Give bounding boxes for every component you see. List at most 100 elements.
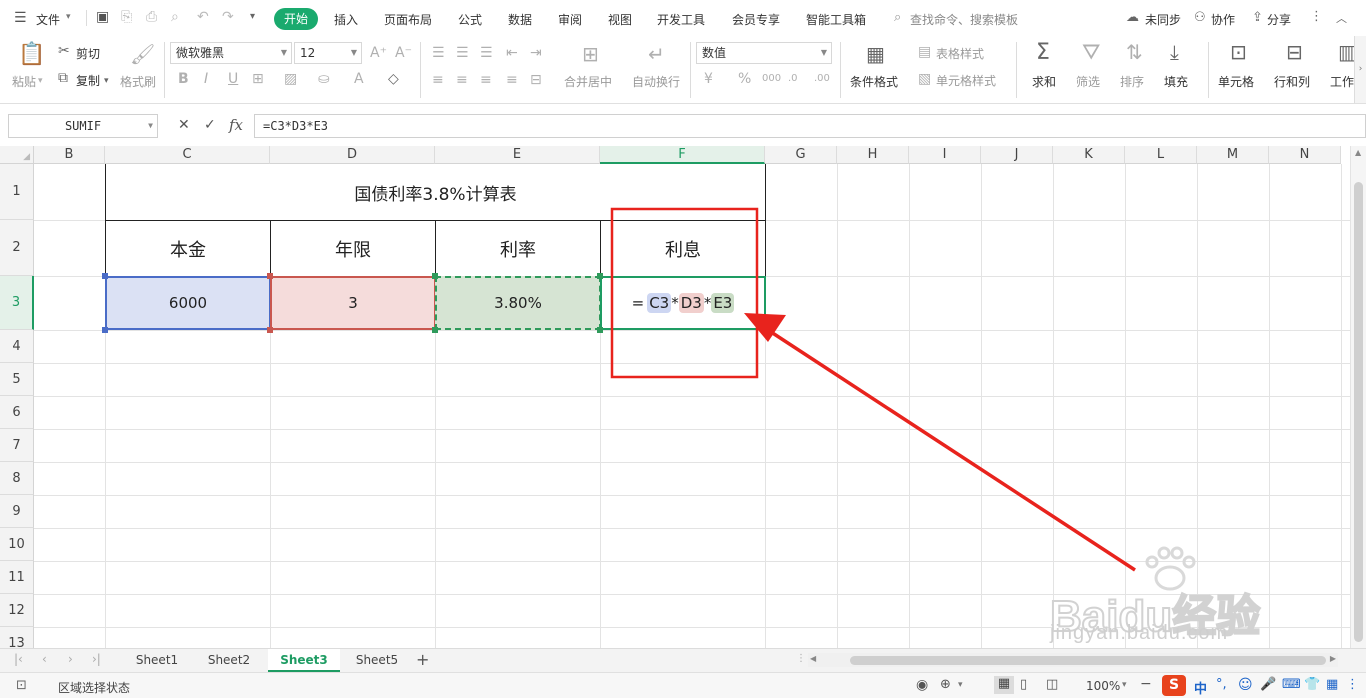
ime-mode[interactable]: 中	[1194, 678, 1207, 697]
distribute-icon[interactable]: ⊟	[530, 73, 542, 87]
skin-icon[interactable]: 👕	[1304, 677, 1320, 692]
font-color-icon[interactable]: A	[354, 72, 364, 86]
percent-icon[interactable]: %	[738, 72, 751, 86]
copy-button[interactable]: 复制	[76, 72, 100, 89]
decrease-font-icon[interactable]: A⁻	[395, 46, 412, 60]
currency-icon[interactable]: ¥	[704, 72, 713, 86]
align-top-icon[interactable]: ☰	[432, 46, 445, 60]
thousands-icon[interactable]: 000	[762, 72, 781, 86]
tab-smart-toolbox[interactable]: 智能工具箱	[806, 11, 866, 28]
align-bottom-icon[interactable]: ☰	[480, 46, 493, 60]
tab-start[interactable]: 开始	[274, 8, 318, 30]
punctuation-icon[interactable]: °,	[1216, 677, 1227, 692]
align-right-icon[interactable]: ≡	[480, 73, 492, 87]
export-icon[interactable]: ⎘	[121, 9, 132, 25]
print-preview-icon[interactable]: ⌕	[171, 9, 179, 25]
tab-developer[interactable]: 开发工具	[657, 11, 705, 28]
quick-access-chevron-icon[interactable]: ▾	[250, 11, 255, 22]
toolbox-icon[interactable]: ▦	[1326, 677, 1338, 692]
tab-sheet2[interactable]: Sheet2	[196, 649, 262, 672]
keyboard-icon[interactable]: ⌨	[1282, 677, 1301, 692]
decrease-decimal-icon[interactable]: .00	[814, 72, 830, 86]
page-break-view-icon[interactable]: ◫	[1046, 677, 1058, 692]
zoom-level[interactable]: 100%	[1086, 679, 1120, 693]
split-handle[interactable]: ⋮	[796, 653, 806, 664]
cell-button[interactable]: 单元格	[1218, 73, 1254, 90]
tab-insert[interactable]: 插入	[334, 11, 358, 28]
horizontal-scrollbar[interactable]: ◀ ▶	[808, 653, 1338, 667]
italic-icon[interactable]: I	[204, 72, 208, 86]
justify-icon[interactable]: ≡	[506, 73, 518, 87]
name-box[interactable]: SUMIF ▼	[8, 114, 158, 138]
view-mode-icon[interactable]: ⊕	[940, 677, 951, 692]
increase-decimal-icon[interactable]: .0	[788, 72, 798, 86]
sum-button[interactable]: 求和	[1032, 73, 1056, 90]
fill-color-icon[interactable]: ▨	[284, 72, 297, 86]
align-middle-icon[interactable]: ☰	[456, 46, 469, 60]
wrap-text-button[interactable]: 自动换行	[632, 73, 680, 90]
tab-view[interactable]: 视图	[608, 11, 632, 28]
row-col-button[interactable]: 行和列	[1274, 73, 1310, 90]
font-name-select[interactable]: 微软雅黑 ▼	[170, 42, 292, 64]
tab-member[interactable]: 会员专享	[732, 11, 780, 28]
next-sheet-icon[interactable]: ›	[68, 652, 73, 666]
tab-sheet3[interactable]: Sheet3	[268, 649, 340, 672]
border-icon[interactable]: ⊞	[252, 72, 264, 86]
bold-icon[interactable]: B	[178, 72, 189, 86]
more-icon[interactable]: ⋮	[1310, 9, 1323, 24]
emoji-icon[interactable]: ☺	[1238, 677, 1253, 693]
paste-dropdown-icon[interactable]: ▾	[38, 74, 43, 88]
cell-style-button[interactable]: 单元格样式	[936, 72, 996, 89]
underline-icon[interactable]: U	[228, 72, 238, 86]
increase-font-icon[interactable]: A⁺	[370, 46, 387, 60]
sogou-logo-icon[interactable]: S	[1162, 675, 1186, 696]
tab-formula[interactable]: 公式	[458, 11, 482, 28]
search-input[interactable]: 查找命令、搜索模板	[910, 11, 1018, 28]
undo-icon[interactable]: ↶	[197, 9, 209, 25]
formula-input[interactable]: =C3*D3*E3	[254, 114, 1366, 138]
tab-sheet1[interactable]: Sheet1	[124, 649, 190, 672]
font-size-select[interactable]: 12 ▼	[294, 42, 362, 64]
save-icon[interactable]: ▣	[96, 9, 109, 25]
hamburger-icon[interactable]: ☰	[14, 10, 27, 26]
macro-icon[interactable]: ⊡	[16, 678, 27, 693]
print-icon[interactable]: ⎙	[146, 9, 157, 25]
filter-button[interactable]: 筛选	[1076, 73, 1100, 90]
normal-view-icon[interactable]: ▦	[994, 676, 1014, 694]
eye-protect-icon[interactable]: ◉	[916, 677, 928, 693]
zoom-out-icon[interactable]: −	[1140, 676, 1152, 692]
table-style-button[interactable]: 表格样式	[936, 45, 984, 62]
cancel-icon[interactable]: ✕	[178, 117, 190, 133]
conditional-format-button[interactable]: 条件格式	[850, 73, 898, 90]
share-button[interactable]: 分享	[1267, 11, 1291, 28]
number-format-select[interactable]: 数值 ▼	[696, 42, 832, 64]
indent-increase-icon[interactable]: ⇥	[530, 46, 542, 60]
eraser-icon[interactable]: ◇	[388, 72, 399, 86]
merge-center-button[interactable]: 合并居中	[564, 73, 612, 90]
tab-sheet5[interactable]: Sheet5	[344, 649, 410, 672]
cut-button[interactable]: 剪切	[76, 45, 100, 62]
chevron-down-icon[interactable]: ▾	[958, 680, 963, 690]
scroll-right-icon[interactable]: ▶	[1330, 654, 1336, 663]
file-menu[interactable]: 文件	[36, 11, 60, 28]
paste-button[interactable]: 粘贴	[12, 73, 36, 90]
redo-icon[interactable]: ↷	[222, 9, 234, 25]
indent-decrease-icon[interactable]: ⇤	[506, 46, 518, 60]
worksheet-button[interactable]: 工作	[1330, 73, 1354, 90]
fill-button[interactable]: 填充	[1164, 73, 1188, 90]
fx-button[interactable]: fx	[229, 116, 243, 134]
tab-data[interactable]: 数据	[508, 11, 532, 28]
sort-button[interactable]: 排序	[1120, 73, 1144, 90]
chevron-down-icon[interactable]: ▾	[66, 12, 71, 22]
collab-button[interactable]: 协作	[1211, 11, 1235, 28]
paint-bucket-icon[interactable]: ⛀	[318, 72, 330, 86]
scroll-left-icon[interactable]: ◀	[810, 654, 816, 663]
tab-review[interactable]: 审阅	[558, 11, 582, 28]
tab-page-layout[interactable]: 页面布局	[384, 11, 432, 28]
add-sheet-icon[interactable]: +	[416, 650, 429, 669]
copy-dropdown-icon[interactable]: ▾	[104, 74, 109, 88]
first-sheet-icon[interactable]: |‹	[14, 652, 23, 666]
page-layout-view-icon[interactable]: ▯	[1020, 677, 1027, 692]
last-sheet-icon[interactable]: ›|	[92, 652, 101, 666]
chevron-down-icon[interactable]: ▾	[1122, 680, 1127, 690]
